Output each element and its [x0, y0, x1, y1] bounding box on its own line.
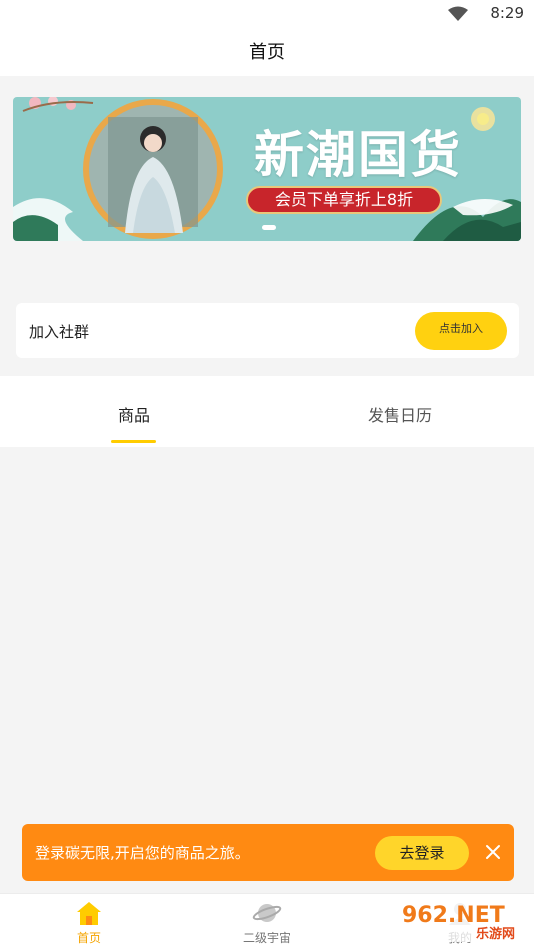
wifi-icon [448, 6, 468, 21]
tab-bar: 商品 发售日历 [0, 376, 534, 447]
community-card: 加入社群 点击加入 [16, 303, 519, 358]
nav-label-home: 首页 [76, 931, 101, 945]
close-icon[interactable] [482, 841, 504, 863]
banner-promo-label: 会员下单享折上8折 [246, 186, 442, 214]
tab-goods[interactable]: 商品 [94, 402, 174, 426]
login-button[interactable]: 去登录 [375, 836, 469, 870]
join-community-button[interactable]: 点击加入 [415, 312, 507, 350]
login-toast-text: 登录碳无限,开启您的商品之旅。 [35, 844, 250, 862]
home-icon [77, 902, 101, 925]
community-label: 加入社群 [29, 323, 90, 341]
page-title: 首页 [249, 42, 285, 63]
watermark-brand: 962.NET [402, 903, 505, 928]
header: 首页 [0, 28, 534, 76]
planet-icon [252, 904, 282, 922]
promo-banner[interactable]: 新潮国货 会员下单享折上8折 [13, 97, 521, 241]
nav-item-metaverse[interactable]: 二级宇宙 [207, 894, 327, 949]
nav-item-home[interactable]: 首页 [29, 894, 149, 949]
watermark-logo: 962.NET 乐游网 [396, 898, 530, 942]
active-tab-indicator [111, 440, 156, 443]
login-toast: 登录碳无限,开启您的商品之旅。 去登录 [22, 824, 514, 881]
tab-release-calendar[interactable]: 发售日历 [350, 402, 450, 426]
watermark-subtitle: 乐游网 [476, 926, 515, 942]
nav-label-metaverse: 二级宇宙 [242, 931, 291, 945]
status-time: 8:29 [490, 4, 524, 22]
banner-title: 新潮国货 [254, 125, 462, 184]
status-bar: 8:29 [0, 0, 534, 28]
banner-page-indicator [262, 225, 276, 230]
